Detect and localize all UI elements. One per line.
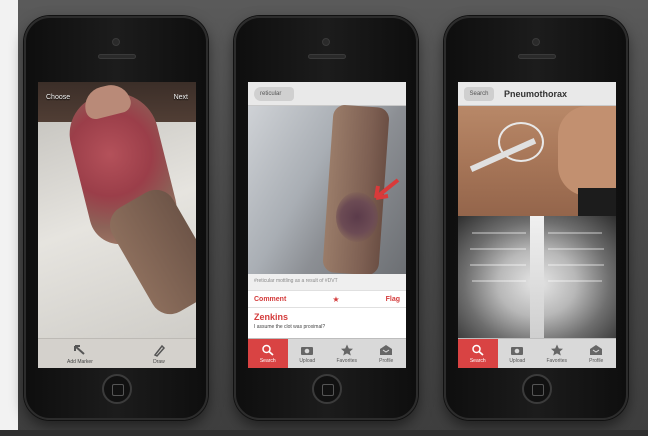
comment-button[interactable]: Comment [254, 296, 286, 303]
xray-rib [472, 232, 526, 234]
tab-upload[interactable]: Upload [288, 339, 328, 368]
tab-search-label: Search [259, 357, 276, 364]
front-camera [532, 38, 540, 46]
search-tag-back-button[interactable]: reticular [254, 87, 294, 101]
screen-left: Choose Next Add Marker Draw [38, 82, 196, 368]
edit-toolbar: Add Marker Draw [38, 338, 196, 368]
bottom-edge [0, 430, 648, 436]
tab-bar: Search Upload Favorites Profile [458, 338, 616, 368]
front-camera [322, 38, 330, 46]
tab-profile-label: Profile [379, 357, 394, 364]
xray-rib [470, 248, 526, 250]
home-button[interactable] [102, 374, 132, 404]
xray-rib [472, 280, 526, 282]
add-marker-label: Add Marker [67, 358, 93, 365]
photo-caption: #reticular mottling as a result of #DVT [248, 274, 406, 290]
tab-favorites-label: Favorites [336, 357, 358, 364]
home-button[interactable] [522, 374, 552, 404]
tab-upload-label: Upload [299, 357, 316, 364]
tab-favorites-label: Favorites [546, 357, 568, 364]
xray-rib [548, 232, 602, 234]
results-header: Search Pneumothorax [458, 82, 616, 106]
tab-profile[interactable]: Profile [367, 339, 407, 368]
camera-icon [511, 346, 524, 355]
left-margin [0, 0, 18, 436]
add-marker-button[interactable]: Add Marker [67, 343, 93, 365]
xray-rib [548, 248, 604, 250]
earpiece-speaker [98, 54, 136, 59]
arrow-up-left-icon [73, 344, 85, 355]
xray-rib [548, 280, 602, 282]
choose-button[interactable]: Choose [46, 94, 70, 101]
screen-right: Search Pneumothorax Search Upload Favori… [458, 82, 616, 368]
tab-bar: Search Upload Favorites Profile [248, 338, 406, 368]
earpiece-speaker [518, 54, 556, 59]
results-title: Pneumothorax [504, 88, 568, 99]
comment-item: Zenkins I assume the clot was proximal? [248, 308, 406, 338]
xray-spine [530, 216, 544, 338]
tab-search[interactable]: Search [248, 339, 288, 368]
front-camera [112, 38, 120, 46]
comment-author[interactable]: Zenkins [254, 312, 400, 322]
tab-search[interactable]: Search [458, 339, 498, 368]
case-header: reticular [248, 82, 406, 106]
xray-rib [548, 264, 604, 266]
earpiece-speaker [308, 54, 346, 59]
favorite-star-icon[interactable]: ★ [332, 295, 339, 304]
phone-left: Choose Next Add Marker Draw [24, 16, 208, 420]
star-icon [550, 344, 563, 355]
shoulder [558, 106, 616, 196]
shirt [578, 188, 616, 216]
tab-favorites[interactable]: Favorites [537, 339, 577, 368]
flag-button[interactable]: Flag [386, 296, 400, 303]
draw-button[interactable]: Draw [151, 343, 167, 365]
screen-center: reticular #reticular mottling as a resul… [248, 82, 406, 368]
phone-center: reticular #reticular mottling as a resul… [234, 16, 418, 420]
comment-text: I assume the clot was proximal? [254, 324, 326, 330]
pen-icon [153, 344, 165, 357]
xray-rib [470, 264, 526, 266]
camera-icon [301, 346, 314, 355]
draw-label: Draw [153, 358, 165, 365]
inbox-icon [380, 344, 393, 355]
tab-profile[interactable]: Profile [577, 339, 617, 368]
magnifier-icon [472, 344, 484, 356]
home-button[interactable] [312, 374, 342, 404]
tab-profile-label: Profile [589, 357, 604, 364]
tab-upload[interactable]: Upload [498, 339, 538, 368]
photo-navbar: Choose Next [38, 82, 196, 112]
next-button[interactable]: Next [174, 94, 188, 101]
foot-photo [38, 82, 196, 338]
star-icon [340, 344, 353, 355]
search-button[interactable]: Search [464, 86, 494, 101]
tab-favorites[interactable]: Favorites [327, 339, 367, 368]
phone-right: Search Pneumothorax Search Upload Favori… [444, 16, 628, 420]
inbox-icon [590, 344, 603, 355]
marker-arrow-icon [374, 178, 400, 200]
tab-search-label: Search [469, 357, 486, 364]
case-actions: Comment ★ Flag [248, 290, 406, 308]
tab-upload-label: Upload [509, 357, 526, 364]
magnifier-icon [262, 344, 274, 356]
